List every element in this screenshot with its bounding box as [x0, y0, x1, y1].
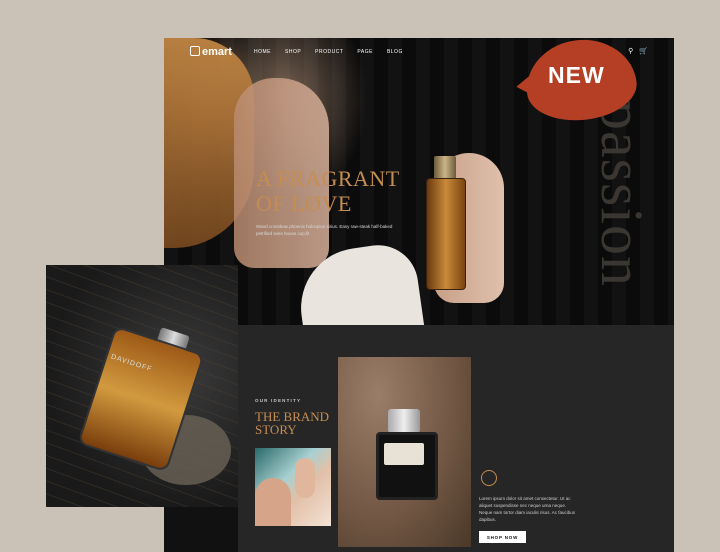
- model-face: [255, 478, 291, 526]
- hero-description: Wand crossbow phoenix holocpius sirius. …: [256, 224, 393, 236]
- hero-title-line1: A FRAGRANT: [256, 166, 400, 191]
- nav-links: HOME SHOP PRODUCT PAGE BLOG: [254, 49, 403, 55]
- story-small-photo: [255, 448, 331, 526]
- story-title-line2: STORY: [255, 422, 297, 437]
- hero-title: A FRAGRANT OF LØVE: [256, 166, 456, 216]
- nav-page[interactable]: PAGE: [357, 49, 373, 55]
- overlay-perfume-photo: DAVIDOFF: [46, 265, 238, 507]
- site-logo[interactable]: emart: [190, 46, 232, 58]
- brand-story-section: OUR IDENTITY THE BRAND STORY Lorem ipsum…: [238, 325, 674, 552]
- nav-product[interactable]: PRODUCT: [315, 49, 343, 55]
- story-description: Lorem ipsum dolor sit amet consectetur. …: [479, 496, 576, 522]
- fur-bottle-label: [384, 443, 424, 465]
- shop-now-button[interactable]: SHOP NOW: [479, 531, 526, 543]
- new-badge-label: NEW: [548, 62, 605, 88]
- story-title: THE BRAND STORY: [255, 410, 329, 436]
- nav-blog[interactable]: BLOG: [387, 49, 403, 55]
- search-icon[interactable]: ⚲: [628, 47, 633, 55]
- logo-icon: [190, 46, 200, 56]
- nav-home[interactable]: HOME: [254, 49, 271, 55]
- fur-perfume-photo: [338, 357, 471, 547]
- hero-title-line2: OF LØVE: [256, 191, 352, 216]
- nav-shop[interactable]: SHOP: [285, 49, 301, 55]
- logo-text: emart: [202, 46, 232, 58]
- cart-icon[interactable]: 🛒: [639, 47, 648, 55]
- vertical-passion-text: passion: [589, 100, 655, 287]
- fur-bottle-cap: [388, 409, 420, 433]
- story-eyebrow: OUR IDENTITY: [255, 398, 302, 403]
- perfume-icon: [481, 470, 497, 486]
- nav-icons: ⚲ 🛒: [628, 47, 648, 55]
- model-hand: [295, 458, 315, 498]
